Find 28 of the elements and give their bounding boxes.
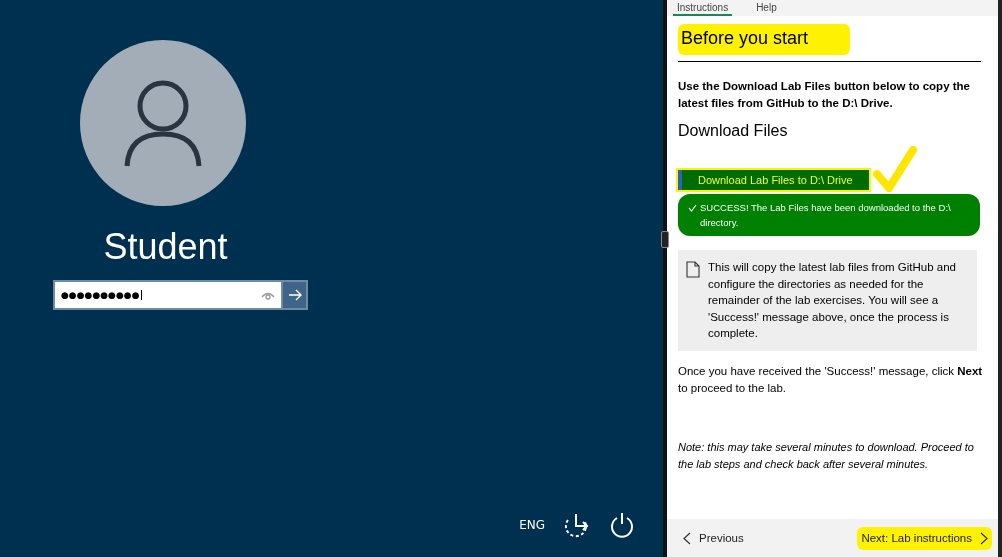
- download-note: Note: this may take several minutes to download. Proceed to the lab steps and check back after several minutes.: [678, 439, 975, 472]
- password-value: ●●●●●●●●●●: [61, 290, 142, 300]
- document-icon: [686, 261, 700, 278]
- eye-icon[interactable]: [261, 290, 275, 300]
- arrow-right-icon: [287, 289, 302, 301]
- panel-tab[interactable]: Help: [752, 1, 781, 16]
- previous-link[interactable]: Previous: [679, 526, 748, 550]
- submit-button[interactable]: [281, 280, 308, 310]
- accessibility-icon[interactable]: [563, 512, 591, 538]
- info-text: This will copy the latest lab files from GitHub and configure the directories as needed for the remainder of the lab exercises. You will see a 'Success!' message above, once the process is complete.: [708, 260, 957, 341]
- chevron-left-icon: [683, 531, 691, 545]
- language-indicator[interactable]: ENG: [519, 518, 545, 532]
- download-button[interactable]: Download Lab Files to D:\ Drive: [678, 170, 869, 190]
- next-link[interactable]: Next: Lab instructions: [857, 526, 992, 550]
- subsection-heading: Download Files: [678, 122, 789, 140]
- next-instruction: Once you have received the 'Success!' message, click Next to proceed to the lab.: [678, 363, 984, 396]
- chevron-right-icon: [980, 531, 988, 545]
- password-field[interactable]: ●●●●●●●●●●: [53, 280, 281, 310]
- power-icon[interactable]: [609, 511, 635, 539]
- checkmark-icon: [688, 204, 697, 212]
- checkmark-drawing: [872, 146, 917, 192]
- intro-text: Use the Download Lab Files button below to copy the latest files from GitHub to the D:\ Drive.: [678, 79, 971, 111]
- success-text: SUCCESS! The Lab Files have been downloaded to the D:\ directory.: [700, 201, 952, 230]
- panel-tab[interactable]: Instructions: [673, 1, 733, 16]
- section-heading: Before you start: [678, 24, 851, 55]
- person-icon: [123, 78, 203, 168]
- user-name: Student: [103, 226, 228, 268]
- resize-handle[interactable]: [661, 231, 669, 248]
